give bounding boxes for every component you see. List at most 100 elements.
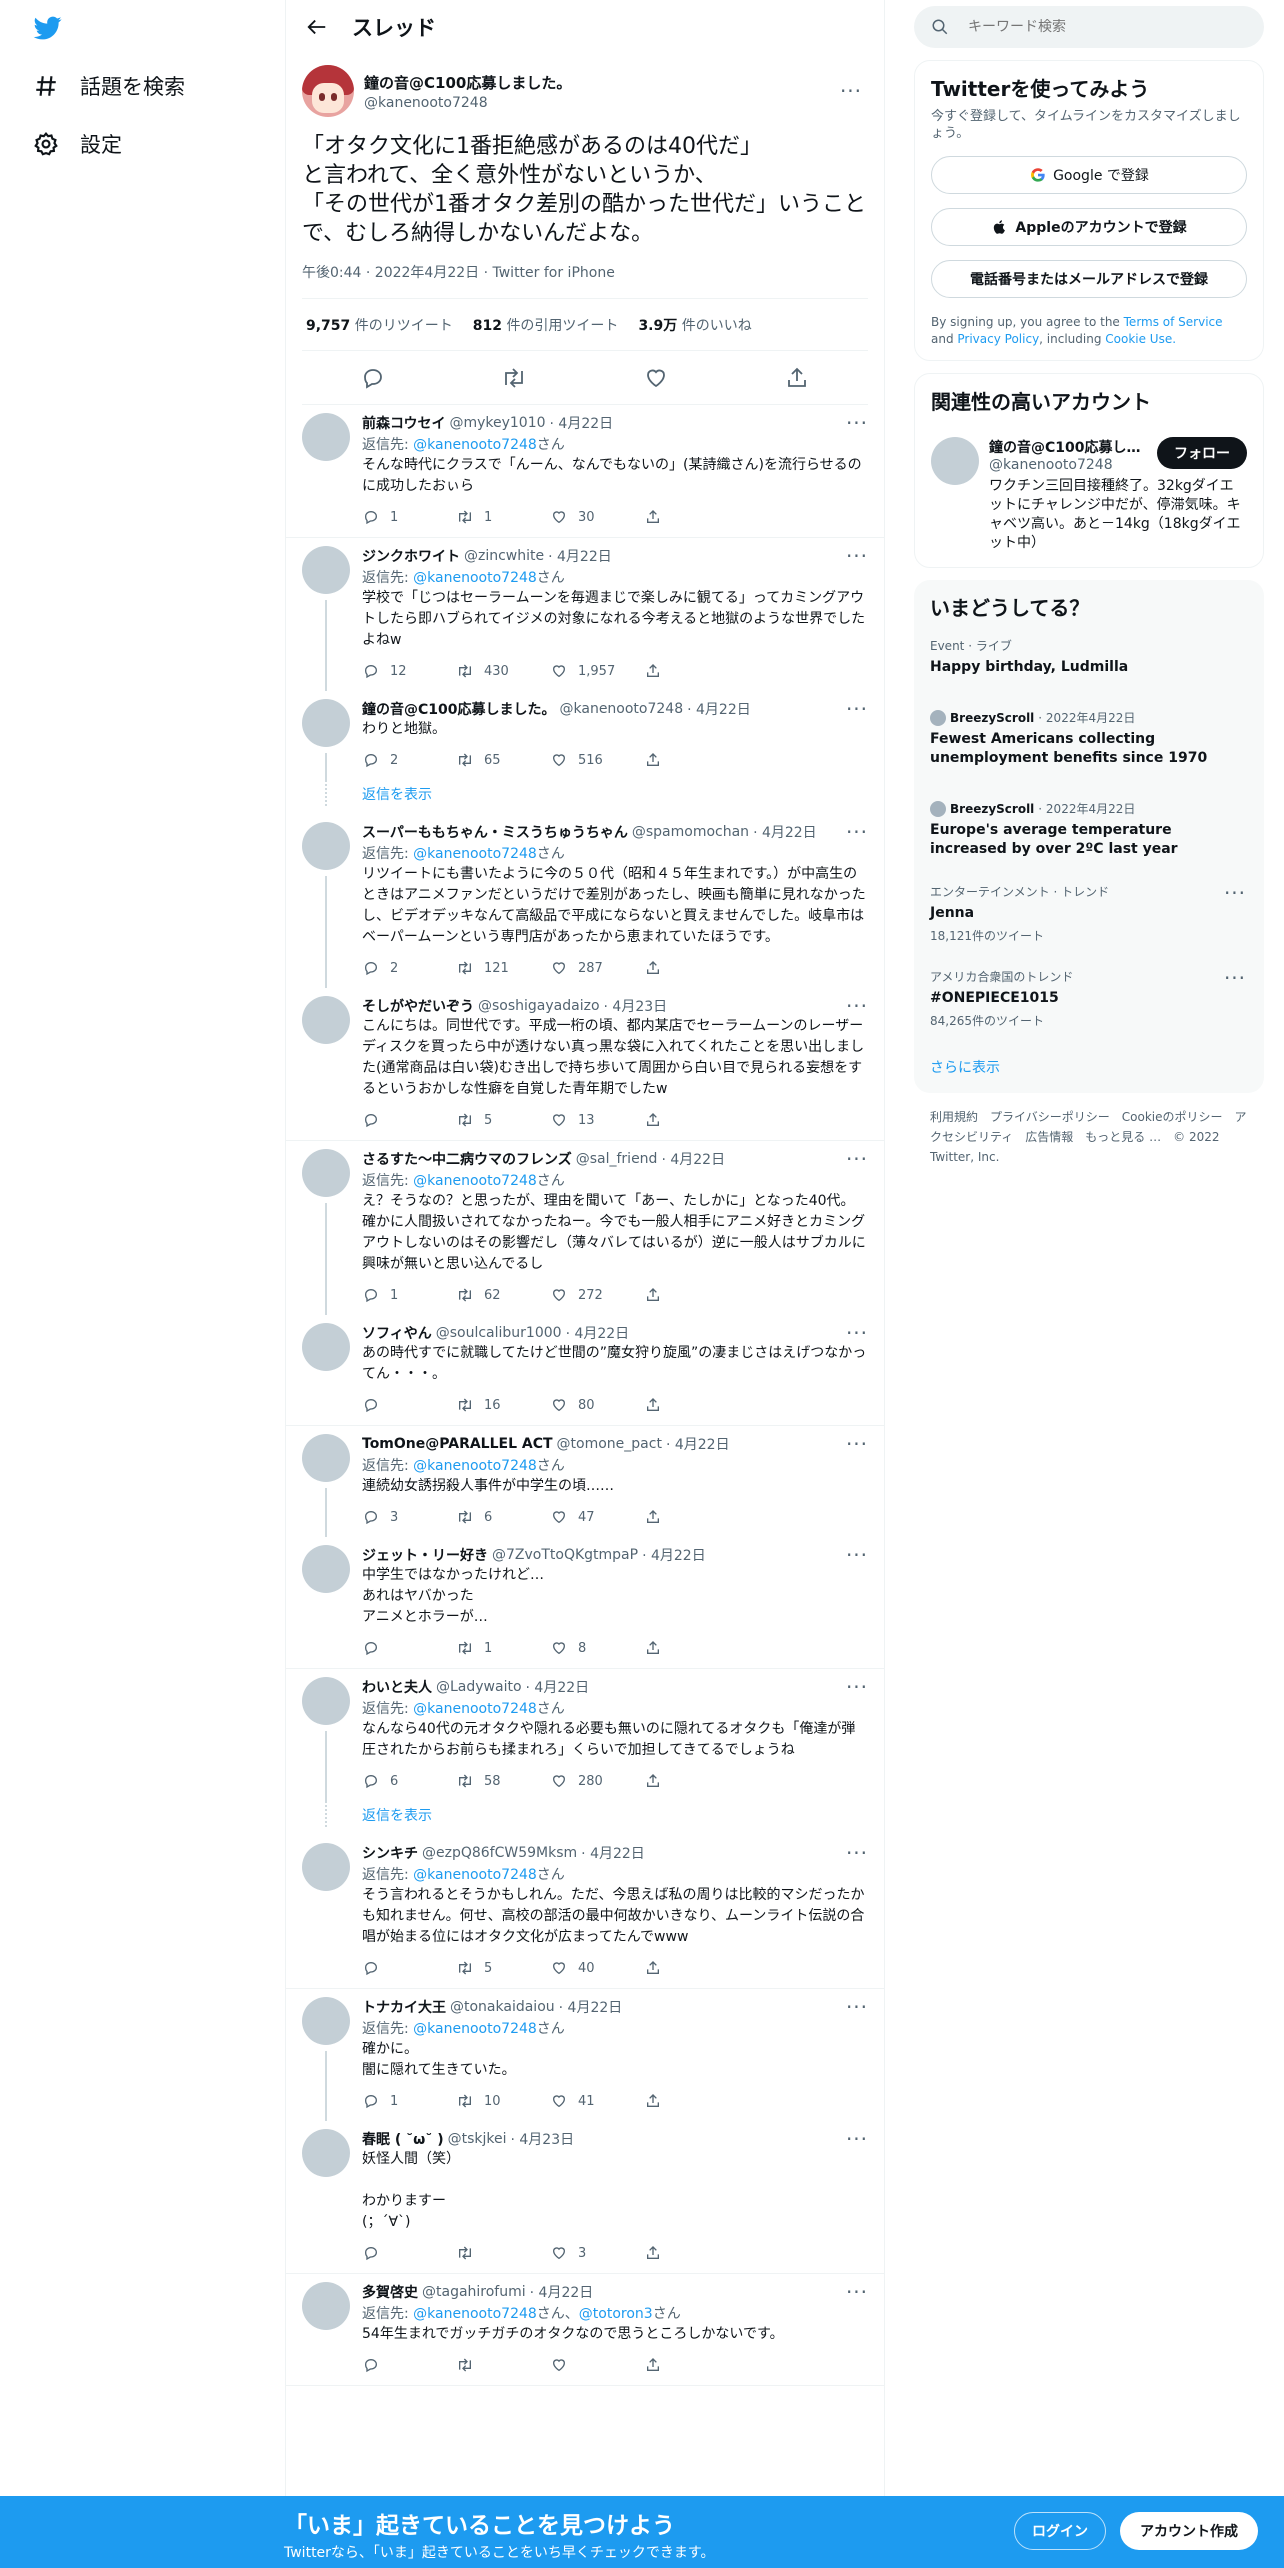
replying-to-handle-link[interactable]: @kanenooto7248 — [413, 846, 537, 862]
retweet-button[interactable]: 5 — [456, 1111, 550, 1129]
reply-icon[interactable] — [360, 365, 386, 391]
reply-tweet[interactable]: 前森コウセイ @mykey1010 · 4月22日 ··· 返信先: @kanenoot… — [286, 405, 884, 537]
replying-to-handle-link[interactable]: @kanenooto7248 — [413, 1173, 537, 1189]
retweet-button[interactable]: 430 — [456, 662, 550, 680]
reply-author-handle[interactable]: @7ZvoTtoQKgtmpaP — [492, 1547, 638, 1563]
reply-author-handle[interactable]: @ezpQ86fCW59Mksm — [422, 1845, 577, 1861]
retweet-button[interactable]: 65 — [456, 751, 550, 769]
reply-tweet[interactable]: さるすた〜中二病ウマのフレンズ @sal_friend · 4月22日 ··· 返信先:… — [286, 1141, 884, 1315]
share-button[interactable] — [644, 1111, 738, 1129]
reply-date[interactable]: · 4月22日 — [642, 1545, 706, 1565]
trend-item[interactable]: エンターテインメント · トレンド Jenna 18,121件のツイート ··· — [914, 871, 1264, 956]
retweet-button[interactable]: 16 — [456, 1396, 550, 1414]
like-button[interactable]: 47 — [550, 1508, 644, 1526]
reply-date[interactable]: · 4月22日 — [581, 1843, 645, 1863]
reply-date[interactable]: · 4月23日 — [604, 996, 668, 1016]
share-button[interactable] — [644, 1959, 738, 1977]
replying-to-handle-link[interactable]: @kanenooto7248 — [413, 2021, 537, 2037]
reply-author-name[interactable]: 前森コウセイ — [362, 413, 445, 433]
reply-date[interactable]: · 4月22日 — [548, 546, 612, 566]
replying-to-handle-link[interactable]: @kanenooto7248 — [413, 570, 537, 586]
more-options-icon[interactable]: ··· — [1218, 966, 1252, 990]
related-handle[interactable]: @kanenooto7248 — [989, 457, 1149, 473]
footer-link[interactable]: 利用規約 — [930, 1110, 978, 1124]
avatar[interactable] — [302, 1545, 350, 1593]
twitter-logo-icon[interactable] — [32, 14, 64, 42]
reply-tweet[interactable]: 鐘の音@C100応募しました。 @kanenooto7248 · 4月22日 ··· わ… — [286, 691, 884, 780]
reply-button[interactable] — [362, 2356, 456, 2374]
like-count[interactable]: 3.9万 件のいいね — [638, 315, 751, 335]
like-button[interactable]: 80 — [550, 1396, 644, 1414]
privacy-policy-link[interactable]: Privacy Policy — [957, 332, 1039, 346]
trend-item[interactable]: アメリカ合衆国のトレンド #ONEPIECE1015 84,265件のツイート ··· — [914, 956, 1264, 1041]
retweet-button[interactable]: 62 — [456, 1286, 550, 1304]
trend-item[interactable]: BreezyScroll · 2022年4月22日 Europe's averag… — [914, 780, 1264, 871]
reply-button[interactable]: 3 — [362, 1508, 456, 1526]
search-bar[interactable] — [914, 6, 1264, 48]
reply-button[interactable]: 1 — [362, 508, 456, 526]
reply-button[interactable] — [362, 1959, 456, 1977]
retweet-count[interactable]: 9,757 件のリツイート — [306, 315, 453, 335]
retweet-button[interactable]: 5 — [456, 1959, 550, 1977]
reply-tweet[interactable]: そしがやだいぞう @soshigayadaizo · 4月23日 ··· こんにちは。同… — [286, 988, 884, 1140]
reply-author-name[interactable]: トナカイ大王 — [362, 1997, 446, 2017]
replying-to-handle-link[interactable]: @kanenooto7248 — [413, 2306, 537, 2322]
reply-button[interactable]: 12 — [362, 662, 456, 680]
retweet-button[interactable]: 58 — [456, 1772, 550, 1790]
avatar[interactable] — [302, 1677, 350, 1725]
reply-date[interactable]: · 4月22日 — [687, 699, 751, 719]
share-button[interactable] — [644, 1639, 738, 1657]
retweet-button[interactable]: 6 — [456, 1508, 550, 1526]
terms-of-service-link[interactable]: Terms of Service — [1124, 315, 1223, 329]
more-options-icon[interactable]: ··· — [840, 1432, 874, 1456]
like-button[interactable]: 272 — [550, 1286, 644, 1304]
share-button[interactable] — [644, 751, 738, 769]
more-options-icon[interactable]: ··· — [1218, 881, 1252, 905]
reply-tweet[interactable]: スーパーももちゃん・ミスうちゅうちゃん @spamomochan · 4月22日 ··… — [286, 814, 884, 988]
more-options-icon[interactable]: ··· — [840, 2280, 874, 2304]
more-options-icon[interactable]: ··· — [840, 411, 874, 435]
avatar[interactable] — [302, 1843, 350, 1891]
reply-date[interactable]: · 4月22日 — [661, 1149, 725, 1169]
reply-button[interactable] — [362, 1396, 456, 1414]
avatar[interactable] — [302, 1997, 350, 2045]
reply-author-handle[interactable]: @zincwhite — [464, 548, 544, 564]
share-button[interactable] — [644, 1396, 738, 1414]
reply-author-name[interactable]: ジンクホワイト — [362, 546, 460, 566]
avatar[interactable] — [931, 437, 979, 485]
reply-tweet[interactable]: トナカイ大王 @tonakaidaiou · 4月22日 ··· 返信先: @kanen… — [286, 1989, 884, 2121]
share-button[interactable] — [644, 2092, 738, 2110]
reply-author-name[interactable]: 春眠 ( ˘ω˘ ) — [362, 2129, 444, 2149]
avatar[interactable] — [302, 1149, 350, 1197]
reply-date[interactable]: · 4月22日 — [550, 413, 614, 433]
more-options-icon[interactable]: ··· — [840, 1841, 874, 1865]
avatar[interactable] — [302, 413, 350, 461]
footer-link[interactable]: もっと見る … — [1085, 1130, 1161, 1144]
reply-author-handle[interactable]: @spamomochan — [632, 824, 749, 840]
reply-author-handle[interactable]: @Ladywaito — [436, 1679, 522, 1695]
reply-author-name[interactable]: TomOne@PARALLEL ACT — [362, 1436, 553, 1452]
share-button[interactable] — [644, 1772, 738, 1790]
back-arrow-icon[interactable] — [302, 12, 332, 42]
reply-tweet[interactable]: シンキチ @ezpQ86fCW59Mksm · 4月22日 ··· 返信先: @kane… — [286, 1835, 884, 1988]
retweet-button[interactable] — [456, 2356, 550, 2374]
reply-author-name[interactable]: わいと夫人 — [362, 1677, 432, 1697]
more-options-icon[interactable]: ··· — [840, 820, 874, 844]
reply-button[interactable] — [362, 1639, 456, 1657]
avatar[interactable] — [302, 2282, 350, 2330]
reply-author-name[interactable]: そしがやだいぞう — [362, 996, 474, 1016]
quote-count[interactable]: 812 件の引用ツイート — [473, 315, 619, 335]
more-options-icon[interactable]: ··· — [840, 1995, 874, 2019]
phone-email-signup-button[interactable]: 電話番号またはメールアドレスで登録 — [931, 260, 1247, 298]
more-options-icon[interactable]: ··· — [840, 544, 874, 568]
reply-tweet[interactable]: ソフィやん @soulcalibur1000 · 4月22日 ··· あの時代すでに就職… — [286, 1315, 884, 1425]
more-options-icon[interactable]: ··· — [834, 79, 868, 103]
retweet-button[interactable]: 1 — [456, 1639, 550, 1657]
share-button[interactable] — [644, 1286, 738, 1304]
reply-date[interactable]: · 4月22日 — [526, 1677, 590, 1697]
follow-button[interactable]: フォロー — [1157, 437, 1247, 469]
show-replies-link[interactable]: 返信を表示 — [286, 1801, 884, 1835]
replying-to-handle-link[interactable]: @kanenooto7248 — [413, 1701, 537, 1717]
reply-date[interactable]: · 4月22日 — [666, 1434, 730, 1454]
reply-button[interactable] — [362, 2244, 456, 2262]
